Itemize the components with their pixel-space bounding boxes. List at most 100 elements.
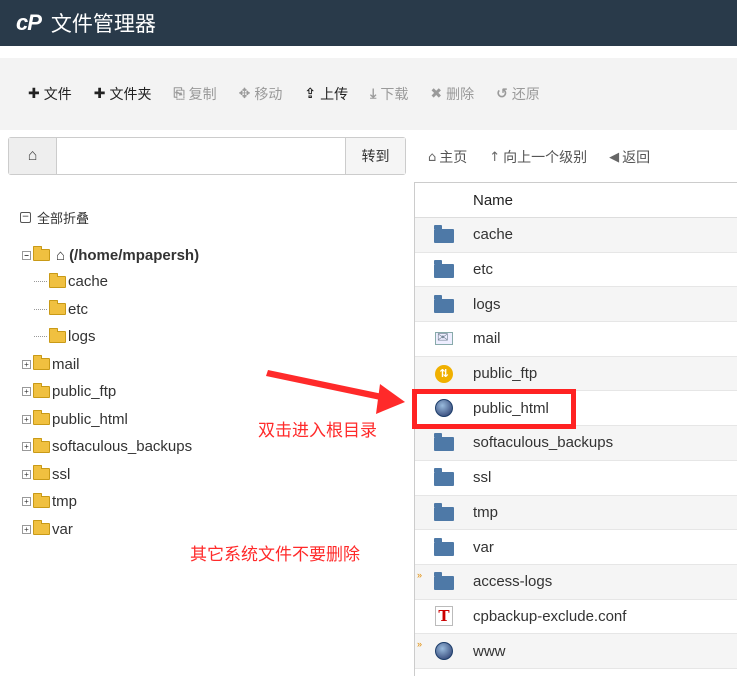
delete-button[interactable]: ✖ 删除 [430,84,474,104]
file-name: mail [473,330,501,348]
tree-item-label: tmp [52,493,78,511]
file-name: var [473,538,494,556]
home-button[interactable]: ⌂ 主页 [428,147,467,167]
file-name: softaculous_backups [473,434,614,452]
arrow-up-icon: ↑ [489,149,501,165]
file-icon-cell: ⇅ [415,364,473,383]
upload-label: 上传 [320,87,349,103]
file-name: cache [473,226,514,244]
folder-icon [434,502,454,521]
file-row[interactable]: » access-logs [415,564,737,600]
cpanel-logo[interactable]: cP 文件管理器 [16,8,156,38]
file-row[interactable]: ⇅ public_ftp [415,356,737,392]
file-row[interactable]: etc [415,253,737,288]
file-row[interactable]: ssl [415,461,737,496]
expand-toggle-icon[interactable]: + [22,359,31,369]
folder-icon [33,492,50,508]
collapse-toggle-icon[interactable]: − [22,250,31,260]
expand-toggle-icon[interactable]: + [22,414,31,424]
globe-icon [435,642,453,661]
folder-icon [49,327,66,343]
app-header: cP 文件管理器 [0,0,737,46]
copy-button[interactable]: ⎘ 复制 [173,84,216,104]
file-icon-cell [415,225,473,244]
double-click-annotation: 双击进入根目录 [258,421,377,441]
tree-connector [34,281,47,283]
tree-item[interactable]: + public_html [22,406,199,434]
file-icon-cell: T [415,606,473,627]
expand-toggle-icon[interactable]: + [22,442,31,452]
up-level-label: 向上一个级别 [503,150,588,166]
home-icon: ⌂ [428,149,437,165]
path-input[interactable] [57,138,345,174]
delete-label: 删除 [446,87,475,103]
tree-item[interactable]: cache [22,268,199,296]
folder-icon [434,537,454,556]
folder-icon [434,468,454,487]
expand-toggle-icon[interactable]: + [22,497,31,507]
arrow-left-icon: ◀ [609,149,620,165]
collapse-icon: − [20,212,31,223]
tree-item[interactable]: logs [22,323,199,351]
file-name: tmp [473,503,499,521]
upload-button[interactable]: ⇪ 上传 [304,84,348,104]
go-button[interactable]: 转到 [345,138,405,174]
home-label: 主页 [439,150,468,166]
file-icon-cell [415,572,473,591]
expand-toggle-icon[interactable]: + [22,524,31,534]
folder-icon [33,355,50,371]
folder-icon [49,272,66,288]
expand-toggle-icon[interactable]: + [22,469,31,479]
close-icon: ✖ [430,86,443,102]
download-button[interactable]: ⤓ 下载 [370,84,408,104]
copy-label: 复制 [188,87,217,103]
file-icon-cell [415,468,473,487]
folder-icon [33,410,50,426]
tree-item-label: var [52,520,73,538]
tree-item[interactable]: + ssl [22,461,199,489]
collapse-all-button[interactable]: − 全部折叠 [20,208,89,227]
home-icon: ⌂ [56,246,66,264]
file-row[interactable]: var [415,530,737,565]
folder-icon [434,294,454,313]
upload-icon: ⇪ [304,86,317,102]
tree-item[interactable]: + public_ftp [22,378,199,406]
file-name: etc [473,261,494,279]
app-title: 文件管理器 [50,12,156,36]
file-row[interactable]: mail [415,322,737,357]
home-icon[interactable]: ⌂ [9,138,57,174]
tree-item[interactable]: + softaculous_backups [22,433,199,461]
file-icon-cell [415,433,473,452]
file-row[interactable]: Tcpbackup-exclude.conf [415,600,737,635]
folder-icon [49,300,66,316]
move-button[interactable]: ✥ 移动 [239,84,283,104]
tree-root[interactable]: − ⌂ (/home/mpapersh) [22,242,199,268]
name-column-header[interactable]: Name [415,183,737,218]
file-row[interactable]: softaculous_backups [415,426,737,461]
expand-toggle-icon[interactable]: + [22,387,31,397]
up-level-button[interactable]: ↑ 向上一个级别 [489,147,587,167]
file-row[interactable]: cache [415,218,737,253]
file-name: cpbackup-exclude.conf [473,607,627,625]
highlight-box [412,389,576,429]
mail-icon [435,329,453,346]
tree-item[interactable]: + tmp [22,488,199,516]
download-icon: ⤓ [370,86,377,102]
tree-item-label: etc [68,300,89,318]
tree-item[interactable]: etc [22,296,199,324]
new-folder-button[interactable]: ✚ 文件夹 [94,84,152,104]
file-row[interactable]: logs [415,287,737,323]
file-row[interactable]: tmp [415,495,737,531]
tree-item[interactable]: + mail [22,351,199,379]
file-row[interactable]: » www [415,634,737,669]
new-file-button[interactable]: ✚ 文件 [28,84,72,104]
copy-icon: ⎘ [173,86,185,102]
nav-bar: ⌂ 主页 ↑ 向上一个级别 ◀ 返回 [428,147,672,167]
file-name: access-logs [473,573,553,591]
tree-item-label: cache [68,273,109,291]
file-icon-cell [415,502,473,521]
tree-item[interactable]: + var [22,516,199,544]
restore-button[interactable]: ↺ 还原 [496,84,540,104]
folder-icon [434,225,454,244]
back-button[interactable]: ◀ 返回 [609,147,650,167]
